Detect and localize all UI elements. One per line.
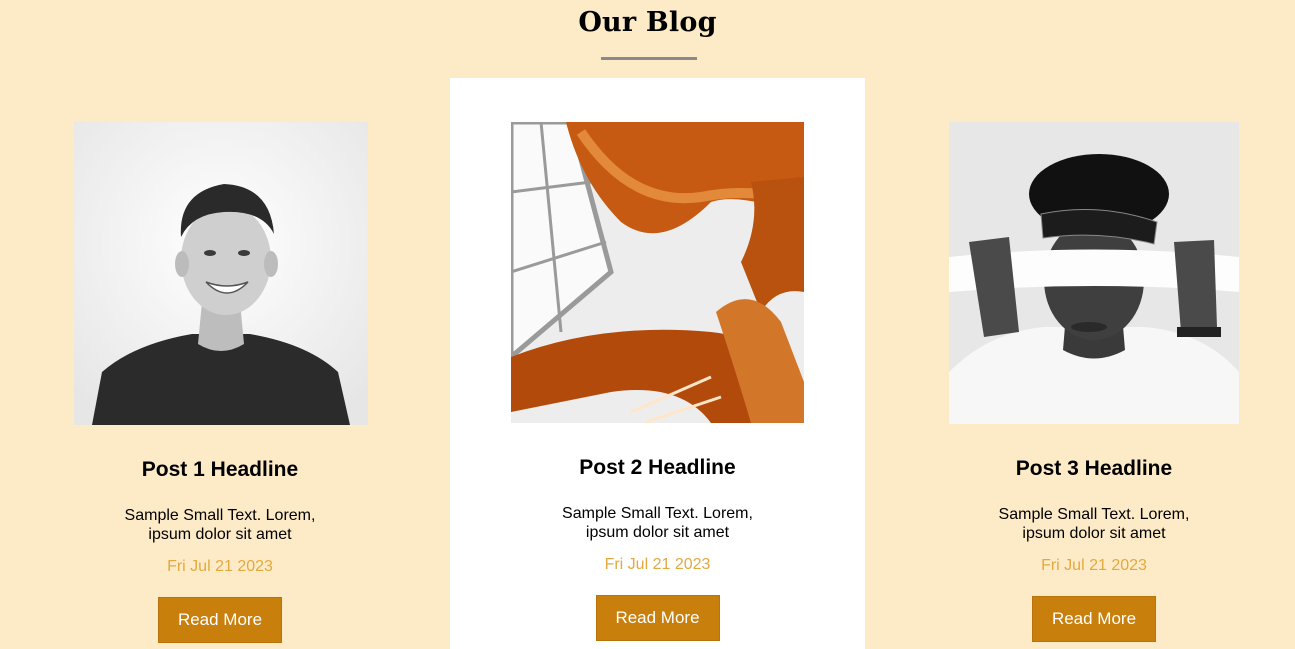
post-1-read-more-button[interactable]: Read More [158, 597, 282, 643]
blindfold-photo-icon [949, 122, 1239, 424]
post-1-image[interactable] [74, 122, 368, 425]
post-3-summary: Sample Small Text. Lorem, ipsum dolor si… [998, 506, 1190, 542]
post-2-image[interactable] [511, 122, 804, 423]
post-1-summary: Sample Small Text. Lorem, ipsum dolor si… [124, 507, 316, 543]
post-card-3: Post 3 Headline Sample Small Text. Lorem… [904, 78, 1284, 649]
post-2-read-more-button[interactable]: Read More [595, 595, 720, 641]
post-1-headline: Post 1 Headline [141, 458, 299, 481]
post-3-headline: Post 3 Headline [1015, 457, 1173, 480]
post-card-1: Post 1 Headline Sample Small Text. Lorem… [30, 78, 410, 649]
post-2-headline: Post 2 Headline [579, 456, 736, 479]
title-underline [601, 57, 697, 60]
post-2-date: Fri Jul 21 2023 [604, 556, 711, 573]
post-3-image[interactable] [949, 122, 1239, 424]
post-2-summary: Sample Small Text. Lorem, ipsum dolor si… [562, 505, 753, 541]
portrait-photo-icon [74, 122, 368, 425]
post-card-2: Post 2 Headline Sample Small Text. Lorem… [450, 78, 865, 649]
post-3-date: Fri Jul 21 2023 [1041, 557, 1147, 574]
staircase-photo-icon [511, 122, 804, 423]
post-3-read-more-button[interactable]: Read More [1032, 596, 1156, 642]
post-1-date: Fri Jul 21 2023 [167, 558, 273, 575]
blog-title: Our Blog [578, 7, 717, 38]
